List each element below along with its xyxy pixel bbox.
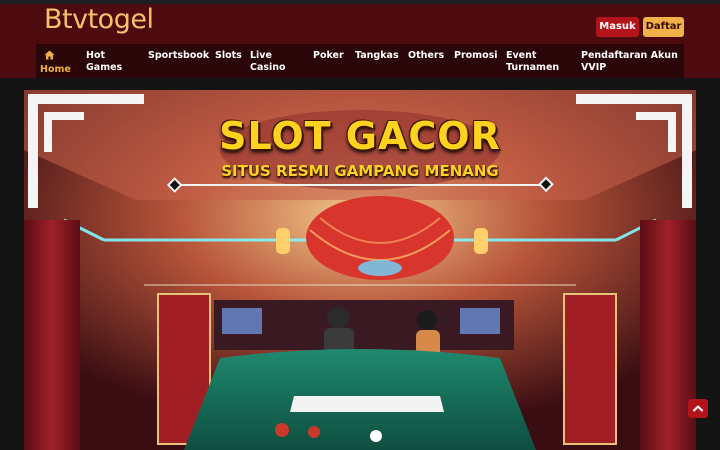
logo[interactable]: Btvtogel [44, 5, 154, 35]
nav-item-tangkas[interactable]: Tangkas [355, 50, 399, 62]
nav-label: Home [40, 64, 71, 75]
nav-item-others[interactable]: Others [408, 50, 444, 62]
nav-label: Pendaftaran Akun VVIP [581, 50, 678, 73]
banner-headline: SLOT GACOR [219, 114, 501, 158]
nav-label: Tangkas [355, 50, 399, 61]
nav-item-event-turnamen[interactable]: Event Turnamen [502, 50, 562, 74]
promo-banner[interactable]: SLOT GACOR SITUS RESMI GAMPANG MENANG [24, 90, 696, 450]
nav-label: Hot Games [86, 50, 123, 73]
nav-label: Live Casino [250, 50, 286, 73]
nav-item-poker[interactable]: Poker [313, 50, 344, 62]
nav-item-pendaftaran-vvip[interactable]: Pendaftaran Akun VVIP [581, 50, 681, 74]
login-button[interactable]: Masuk [596, 17, 639, 37]
register-button[interactable]: Daftar [643, 17, 684, 37]
nav-item-promosi[interactable]: Promosi [454, 50, 498, 62]
nav-item-live-casino[interactable]: Live Casino [250, 50, 290, 74]
nav-label: Sportsbook [148, 50, 210, 61]
nav-label: Slots [215, 50, 242, 61]
main-nav: Home Hot Games Sportsbook Slots Live Cas… [36, 44, 684, 78]
nav-label: Event Turnamen [506, 50, 560, 73]
nav-item-sportsbook[interactable]: Sportsbook [148, 50, 209, 62]
home-icon [44, 50, 55, 60]
nav-label: Others [408, 50, 445, 61]
nav-item-slots[interactable]: Slots [215, 50, 242, 62]
nav-label: Poker [313, 50, 344, 61]
chevron-up-icon [693, 405, 703, 412]
scroll-to-top-button[interactable] [688, 399, 708, 418]
nav-item-hot-games[interactable]: Hot Games [86, 50, 130, 74]
nav-label: Promosi [454, 50, 498, 61]
nav-item-home[interactable]: Home [40, 50, 71, 76]
banner-subheadline: SITUS RESMI GAMPANG MENANG [221, 162, 499, 180]
